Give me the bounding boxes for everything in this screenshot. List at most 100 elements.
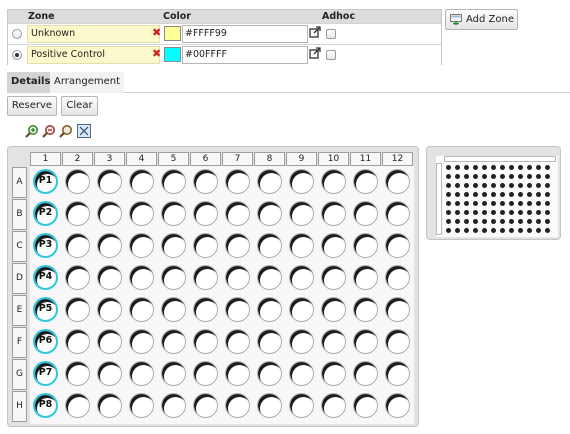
row-header-B[interactable]: B — [12, 199, 27, 230]
well-D12[interactable] — [385, 265, 410, 290]
well-G3[interactable] — [97, 361, 122, 386]
well-E11[interactable] — [353, 297, 378, 322]
row-header-C[interactable]: C — [12, 231, 27, 262]
well-H9[interactable] — [289, 393, 314, 418]
well-G7[interactable] — [225, 361, 250, 386]
well-F3[interactable] — [97, 329, 122, 354]
open-color-picker-icon[interactable] — [309, 47, 321, 59]
well-C3[interactable] — [97, 233, 122, 258]
well-B9[interactable] — [289, 201, 314, 226]
well-F10[interactable] — [321, 329, 346, 354]
well-C10[interactable] — [321, 233, 346, 258]
well-G5[interactable] — [161, 361, 186, 386]
well-D8[interactable] — [257, 265, 282, 290]
well-D11[interactable] — [353, 265, 378, 290]
well-E5[interactable] — [161, 297, 186, 322]
row-header-H[interactable]: H — [12, 391, 27, 422]
add-zone-button[interactable]: Add Zone — [445, 9, 518, 30]
column-header-12[interactable]: 12 — [382, 152, 413, 166]
color-swatch[interactable] — [164, 47, 181, 62]
well-E12[interactable] — [385, 297, 410, 322]
well-C7[interactable] — [225, 233, 250, 258]
well-E3[interactable] — [97, 297, 122, 322]
well-H6[interactable] — [193, 393, 218, 418]
zoom-reset-icon[interactable] — [59, 124, 73, 138]
well-B3[interactable] — [97, 201, 122, 226]
well-F4[interactable] — [129, 329, 154, 354]
well-D7[interactable] — [225, 265, 250, 290]
well-C12[interactable] — [385, 233, 410, 258]
well-H8[interactable] — [257, 393, 282, 418]
well-B6[interactable] — [193, 201, 218, 226]
plate-minimap[interactable] — [426, 146, 561, 240]
well-A1[interactable]: P1 — [33, 169, 58, 194]
well-D6[interactable] — [193, 265, 218, 290]
zone-name-field[interactable]: Positive Control — [27, 46, 160, 64]
well-A12[interactable] — [385, 169, 410, 194]
zoom-in-icon[interactable] — [25, 124, 39, 138]
well-E10[interactable] — [321, 297, 346, 322]
zone-row-positive-control[interactable]: Positive Control ✖ #00FFFF — [8, 44, 441, 65]
zone-color-field[interactable]: #00FFFF — [182, 46, 308, 64]
well-G10[interactable] — [321, 361, 346, 386]
well-A7[interactable] — [225, 169, 250, 194]
well-G9[interactable] — [289, 361, 314, 386]
well-H3[interactable] — [97, 393, 122, 418]
well-H5[interactable] — [161, 393, 186, 418]
well-D3[interactable] — [97, 265, 122, 290]
row-header-F[interactable]: F — [12, 327, 27, 358]
well-A11[interactable] — [353, 169, 378, 194]
well-A5[interactable] — [161, 169, 186, 194]
well-A9[interactable] — [289, 169, 314, 194]
zone-select-radio[interactable] — [12, 29, 22, 39]
well-B12[interactable] — [385, 201, 410, 226]
well-D2[interactable] — [65, 265, 90, 290]
well-F8[interactable] — [257, 329, 282, 354]
well-E6[interactable] — [193, 297, 218, 322]
well-B7[interactable] — [225, 201, 250, 226]
well-H2[interactable] — [65, 393, 90, 418]
column-header-2[interactable]: 2 — [62, 152, 93, 166]
row-header-G[interactable]: G — [12, 359, 27, 390]
well-B10[interactable] — [321, 201, 346, 226]
column-header-8[interactable]: 8 — [254, 152, 285, 166]
well-B2[interactable] — [65, 201, 90, 226]
zone-select-radio[interactable] — [12, 50, 22, 60]
well-G2[interactable] — [65, 361, 90, 386]
color-swatch[interactable] — [164, 26, 181, 41]
row-header-D[interactable]: D — [12, 263, 27, 294]
remove-zone-icon[interactable]: ✖ — [152, 26, 161, 40]
well-E9[interactable] — [289, 297, 314, 322]
well-G11[interactable] — [353, 361, 378, 386]
well-B8[interactable] — [257, 201, 282, 226]
well-C2[interactable] — [65, 233, 90, 258]
well-G4[interactable] — [129, 361, 154, 386]
column-header-6[interactable]: 6 — [190, 152, 221, 166]
well-F2[interactable] — [65, 329, 90, 354]
well-F7[interactable] — [225, 329, 250, 354]
column-header-5[interactable]: 5 — [158, 152, 189, 166]
well-D1[interactable]: P4 — [33, 265, 58, 290]
well-B5[interactable] — [161, 201, 186, 226]
well-H11[interactable] — [353, 393, 378, 418]
adhoc-checkbox[interactable] — [326, 50, 336, 60]
well-A4[interactable] — [129, 169, 154, 194]
well-G6[interactable] — [193, 361, 218, 386]
tab-arrangement[interactable]: Arrangement — [50, 72, 125, 93]
well-C5[interactable] — [161, 233, 186, 258]
well-C8[interactable] — [257, 233, 282, 258]
well-F12[interactable] — [385, 329, 410, 354]
well-G8[interactable] — [257, 361, 282, 386]
well-E1[interactable]: P5 — [33, 297, 58, 322]
tab-details[interactable]: Details — [7, 72, 55, 93]
well-F5[interactable] — [161, 329, 186, 354]
column-header-9[interactable]: 9 — [286, 152, 317, 166]
zoom-out-icon[interactable] — [42, 124, 56, 138]
remove-zone-icon[interactable]: ✖ — [152, 47, 161, 61]
open-color-picker-icon[interactable] — [309, 26, 321, 38]
well-F11[interactable] — [353, 329, 378, 354]
row-header-A[interactable]: A — [12, 167, 27, 198]
well-B11[interactable] — [353, 201, 378, 226]
fit-to-view-icon[interactable] — [77, 124, 91, 138]
well-C11[interactable] — [353, 233, 378, 258]
